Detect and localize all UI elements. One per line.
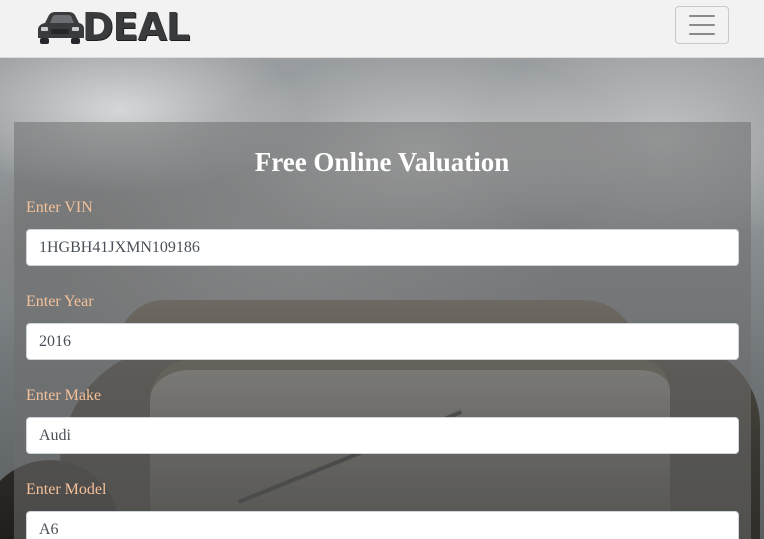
hamburger-icon xyxy=(689,15,715,17)
brand-name: DEAL xyxy=(82,5,190,49)
vin-input[interactable] xyxy=(26,229,739,266)
vin-label: Enter VIN xyxy=(26,199,93,216)
hamburger-icon xyxy=(689,33,715,35)
form-title: Free Online Valuation xyxy=(254,147,510,177)
make-label: Enter Make xyxy=(26,387,102,404)
navbar-toggler-button[interactable] xyxy=(675,6,729,44)
navbar: DEAL xyxy=(0,0,764,58)
car-icon xyxy=(38,12,84,44)
model-input[interactable] xyxy=(26,511,739,539)
make-input[interactable] xyxy=(26,417,739,454)
hamburger-icon xyxy=(689,24,715,26)
year-label: Enter Year xyxy=(26,293,94,310)
brand-logo-link[interactable]: DEAL xyxy=(34,7,204,47)
model-label: Enter Model xyxy=(26,481,107,498)
year-input[interactable] xyxy=(26,323,739,360)
